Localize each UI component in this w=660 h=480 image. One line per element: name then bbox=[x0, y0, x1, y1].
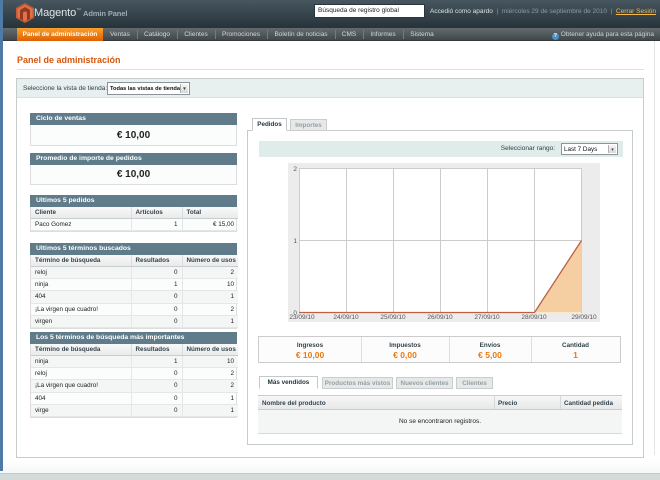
svg-text:29/09/10: 29/09/10 bbox=[571, 314, 597, 321]
svg-text:27/09/10: 27/09/10 bbox=[474, 314, 500, 321]
svg-text:2: 2 bbox=[293, 166, 297, 173]
svg-text:23/09/10: 23/09/10 bbox=[289, 314, 315, 321]
svg-text:26/09/10: 26/09/10 bbox=[427, 314, 453, 321]
svg-text:25/09/10: 25/09/10 bbox=[380, 314, 406, 321]
svg-text:1: 1 bbox=[293, 238, 297, 245]
svg-text:28/09/10: 28/09/10 bbox=[521, 314, 547, 321]
svg-text:24/09/10: 24/09/10 bbox=[333, 314, 359, 321]
